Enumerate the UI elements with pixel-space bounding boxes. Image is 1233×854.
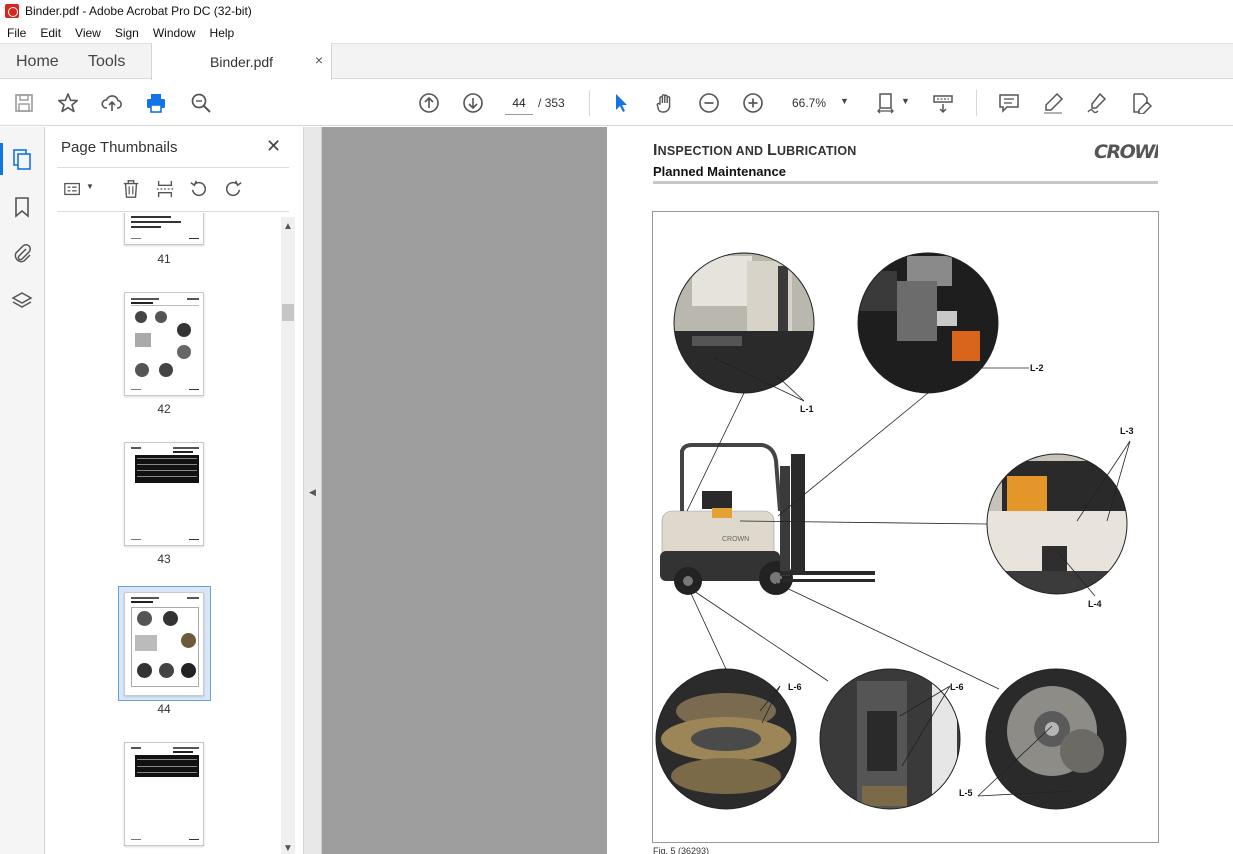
label-l2: L-2 bbox=[1030, 363, 1044, 373]
tab-tools[interactable]: Tools bbox=[88, 44, 125, 79]
label-l5: L-5 bbox=[959, 788, 973, 798]
title-bar: Binder.pdf - Adobe Acrobat Pro DC (32-bi… bbox=[0, 0, 1233, 22]
chevron-left-icon[interactable]: ◀ bbox=[309, 487, 316, 498]
thumbnail-scrollbar[interactable]: ▲ ▼ bbox=[281, 217, 295, 854]
rotate-ccw-icon[interactable] bbox=[187, 177, 211, 201]
attachment-icon[interactable] bbox=[10, 241, 34, 265]
crown-logo: CROWN bbox=[1094, 140, 1171, 167]
thumbnail-page[interactable] bbox=[124, 213, 204, 245]
thumbnail-page[interactable] bbox=[124, 442, 204, 546]
tab-document[interactable]: Binder.pdf × bbox=[151, 43, 332, 80]
menu-edit[interactable]: Edit bbox=[33, 26, 68, 40]
label-l4: L-4 bbox=[1088, 599, 1102, 609]
zoom-out-icon[interactable] bbox=[697, 91, 721, 115]
thumbnail-toolbar: ▼ bbox=[57, 177, 289, 203]
comment-icon[interactable] bbox=[997, 91, 1021, 115]
forklift-illustration: CROWN bbox=[660, 443, 875, 595]
highlight-pen-icon[interactable] bbox=[1041, 91, 1065, 115]
thumbnail-label: 43 bbox=[157, 552, 171, 566]
star-icon[interactable] bbox=[56, 91, 80, 115]
insert-page-icon[interactable] bbox=[153, 177, 177, 201]
zoom-in-icon[interactable] bbox=[741, 91, 765, 115]
label-l6-mid: L-6 bbox=[950, 682, 964, 692]
detail-photo-l2 bbox=[858, 253, 998, 393]
page-number-input[interactable]: 44 bbox=[505, 91, 533, 115]
close-tab-icon[interactable]: × bbox=[315, 52, 323, 68]
select-cursor-icon[interactable] bbox=[609, 91, 633, 115]
scroll-down-icon[interactable]: ▼ bbox=[283, 843, 293, 854]
figure-caption: Fig. 5 (36293) bbox=[653, 846, 710, 854]
label-l3: L-3 bbox=[1120, 426, 1134, 436]
svg-text:CROWN: CROWN bbox=[1094, 141, 1158, 162]
page-fit-icon[interactable] bbox=[875, 91, 899, 115]
total-pages: 353 bbox=[544, 96, 565, 110]
page-subheading: Planned Maintenance bbox=[653, 164, 786, 179]
menu-view[interactable]: View bbox=[68, 26, 108, 40]
thumbnail-options-icon[interactable] bbox=[61, 177, 85, 201]
thumbnail-label: 44 bbox=[157, 702, 171, 716]
save-icon[interactable] bbox=[12, 91, 36, 115]
chevron-down-icon[interactable]: ▼ bbox=[840, 96, 849, 106]
layers-icon[interactable] bbox=[10, 289, 34, 313]
tab-home[interactable]: Home bbox=[16, 44, 59, 79]
panel-divider bbox=[57, 211, 289, 212]
toolbar: 44 / 353 66.7% ▼ ▼ bbox=[0, 80, 1233, 126]
label-l1: L-1 bbox=[800, 404, 814, 414]
chevron-down-icon[interactable]: ▼ bbox=[86, 182, 94, 191]
panel-title: Page Thumbnails bbox=[61, 139, 178, 156]
window-title: Binder.pdf - Adobe Acrobat Pro DC (32-bi… bbox=[25, 4, 252, 18]
navigation-rail bbox=[0, 127, 45, 854]
hand-tool-icon[interactable] bbox=[653, 91, 677, 115]
page-thumbnails-panel: Page Thumbnails ✕ ▼ 41 42 43 44 ▲ ▼ bbox=[45, 127, 304, 854]
scroll-up-icon[interactable]: ▲ bbox=[283, 221, 293, 232]
document-tab-label: Binder.pdf bbox=[210, 54, 274, 70]
menu-help[interactable]: Help bbox=[203, 26, 242, 40]
label-l6-left: L-6 bbox=[788, 682, 802, 692]
page-thumbnails-icon[interactable] bbox=[0, 143, 34, 175]
next-page-icon[interactable] bbox=[461, 91, 485, 115]
thumbnail-page-selected[interactable] bbox=[124, 592, 204, 696]
rotate-cw-icon[interactable] bbox=[221, 177, 245, 201]
zoom-level-input[interactable]: 66.7% bbox=[792, 96, 826, 110]
thumbnail-label: 42 bbox=[157, 402, 171, 416]
lubrication-figure: CROWN L-1 L-2 L-3 L-4 L-5 L-6 L-6 bbox=[655, 252, 1134, 810]
collapse-panel-handle[interactable]: ◀ bbox=[304, 127, 322, 854]
toolbar-divider bbox=[976, 90, 977, 116]
heading-rule bbox=[653, 181, 1158, 184]
menu-sign[interactable]: Sign bbox=[108, 26, 146, 40]
bookmark-icon[interactable] bbox=[10, 195, 34, 219]
thumbnail-page[interactable] bbox=[124, 742, 204, 846]
menu-window[interactable]: Window bbox=[146, 26, 203, 40]
thumbnail-page[interactable] bbox=[124, 292, 204, 396]
pdf-page: INSPECTION AND LUBRICATION Planned Maint… bbox=[607, 127, 1233, 854]
thumbnail-list: 41 42 43 44 bbox=[45, 213, 281, 854]
delete-page-icon[interactable] bbox=[119, 177, 143, 201]
detail-photo-l6-left bbox=[656, 669, 796, 809]
scrollbar-thumb[interactable] bbox=[282, 304, 294, 321]
chevron-down-icon[interactable]: ▼ bbox=[901, 96, 910, 106]
page-separator: / bbox=[538, 96, 542, 110]
print-icon[interactable] bbox=[144, 91, 168, 115]
toolbar-divider bbox=[589, 90, 590, 116]
search-icon[interactable] bbox=[189, 91, 213, 115]
detail-photo-l6-mid bbox=[820, 669, 960, 809]
page-heading: INSPECTION AND LUBRICATION bbox=[653, 142, 857, 159]
thumbnail-label: 41 bbox=[157, 252, 171, 266]
edit-pdf-icon[interactable] bbox=[1129, 91, 1153, 115]
detail-photo-l3 bbox=[987, 454, 1127, 594]
menu-bar: File Edit View Sign Window Help bbox=[0, 22, 1233, 43]
scroll-mode-icon[interactable] bbox=[931, 91, 955, 115]
previous-page-icon[interactable] bbox=[417, 91, 441, 115]
detail-photo-l5 bbox=[986, 669, 1126, 809]
svg-text:CROWN: CROWN bbox=[722, 536, 749, 543]
menu-file[interactable]: File bbox=[0, 26, 33, 40]
tab-bar: Home Tools Binder.pdf × bbox=[0, 43, 1233, 80]
page-count: / 353 bbox=[538, 96, 565, 110]
sign-pen-icon[interactable] bbox=[1085, 91, 1109, 115]
panel-divider bbox=[57, 167, 289, 168]
close-panel-icon[interactable]: ✕ bbox=[266, 136, 281, 157]
acrobat-icon bbox=[5, 4, 19, 18]
upload-cloud-icon[interactable] bbox=[100, 91, 124, 115]
